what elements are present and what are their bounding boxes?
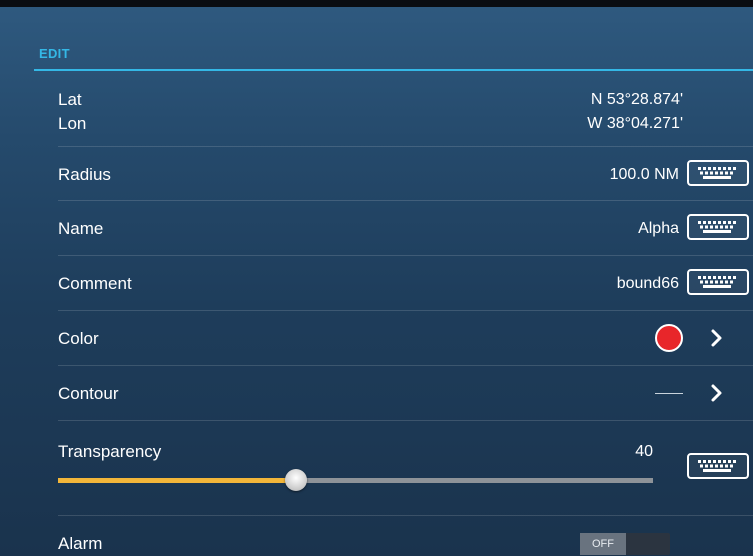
- radius-value: 100.0 NM: [609, 166, 679, 183]
- radius-keyboard-button[interactable]: [687, 160, 749, 186]
- alarm-toggle[interactable]: OFF: [580, 533, 670, 555]
- lon-value: W 38°04.271': [587, 115, 683, 132]
- comment-keyboard-button[interactable]: [687, 269, 749, 295]
- contour-label: Contour: [58, 384, 119, 403]
- lat-label: Lat: [58, 90, 82, 109]
- contour-line-sample: [655, 393, 683, 394]
- toggle-state-label: OFF: [580, 533, 626, 555]
- comment-value: bound66: [616, 275, 679, 292]
- keyboard-icon: [698, 460, 736, 472]
- keyboard-icon: [698, 221, 736, 233]
- color-swatch[interactable]: [655, 324, 683, 352]
- alarm-row[interactable]: Alarm OFF: [58, 516, 753, 556]
- section-title: EDIT: [39, 46, 70, 61]
- keyboard-icon: [698, 167, 736, 179]
- name-value: Alpha: [638, 220, 679, 237]
- slider-track: [296, 478, 653, 483]
- color-row[interactable]: Color: [58, 311, 753, 365]
- lon-label: Lon: [58, 114, 87, 133]
- transparency-slider[interactable]: [58, 449, 653, 491]
- radius-label: Radius: [58, 165, 111, 184]
- name-label: Name: [58, 219, 104, 238]
- slider-thumb[interactable]: [285, 469, 307, 491]
- transparency-row: Transparency 40: [58, 421, 753, 515]
- chevron-right-icon[interactable]: [708, 327, 726, 349]
- slider-fill: [58, 478, 296, 483]
- name-keyboard-button[interactable]: [687, 214, 749, 240]
- chevron-right-icon[interactable]: [708, 382, 726, 404]
- name-row[interactable]: Name Alpha: [58, 201, 753, 255]
- color-label: Color: [58, 329, 99, 348]
- keyboard-icon: [698, 276, 736, 288]
- lat-value: N 53°28.874': [590, 91, 683, 108]
- comment-row[interactable]: Comment bound66: [58, 256, 753, 310]
- transparency-keyboard-button[interactable]: [687, 453, 749, 479]
- contour-row[interactable]: Contour: [58, 366, 753, 420]
- section-underline: [34, 69, 753, 71]
- alarm-label: Alarm: [58, 534, 103, 553]
- edit-panel: EDIT Lat N 53°28.874' Lon W 38°04.271' R…: [0, 0, 753, 556]
- comment-label: Comment: [58, 274, 132, 293]
- position-row[interactable]: Lat N 53°28.874' Lon W 38°04.271': [58, 86, 753, 146]
- top-bar: [0, 0, 753, 7]
- radius-row[interactable]: Radius 100.0 NM: [58, 147, 753, 200]
